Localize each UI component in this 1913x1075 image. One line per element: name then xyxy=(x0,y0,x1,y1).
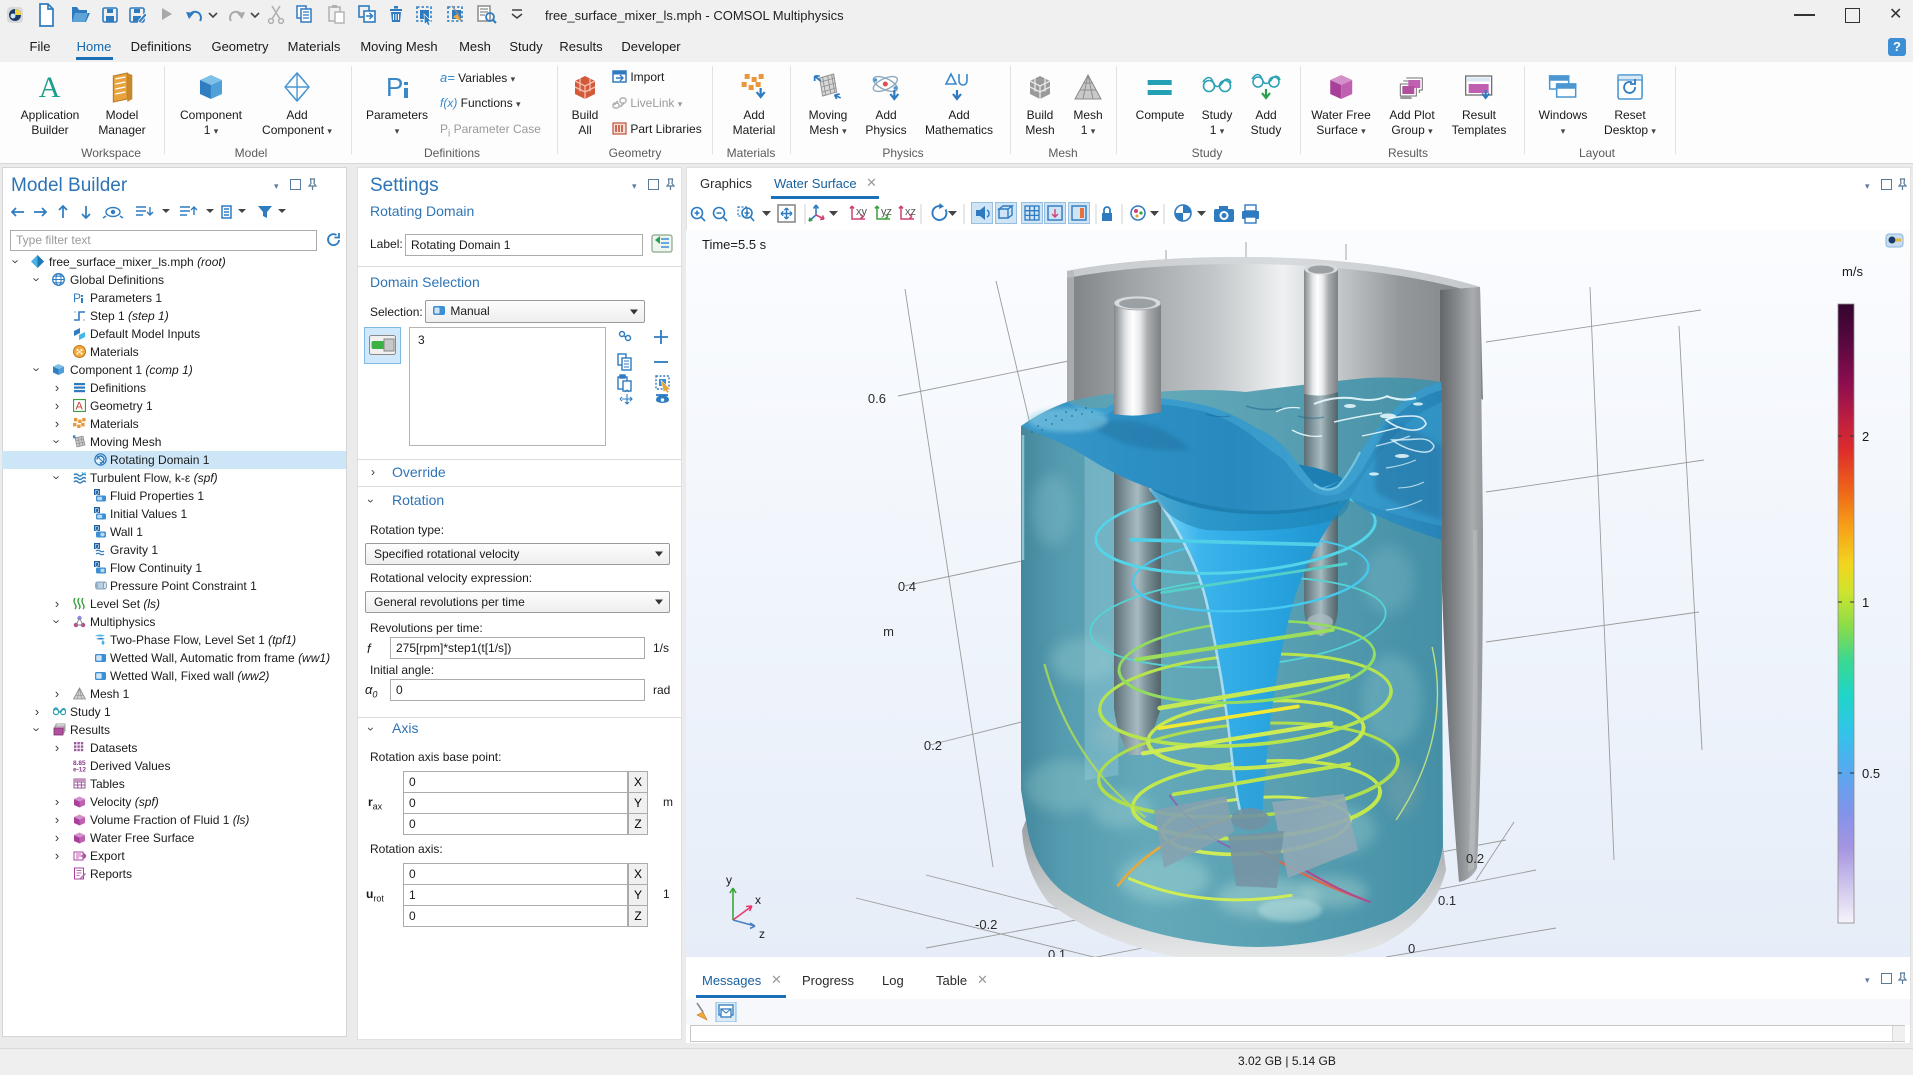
svg-text:-0.2: -0.2 xyxy=(975,917,997,932)
svg-text:Time=5.5 s: Time=5.5 s xyxy=(702,237,767,252)
svg-text:1: 1 xyxy=(1862,595,1869,610)
svg-text:z: z xyxy=(759,927,765,941)
svg-text:0.1: 0.1 xyxy=(1438,893,1456,908)
svg-text:0.2: 0.2 xyxy=(1466,851,1484,866)
svg-text:0.6: 0.6 xyxy=(868,391,886,406)
svg-text:xz: xz xyxy=(905,206,916,218)
svg-text:m: m xyxy=(883,624,894,639)
svg-text:0.1: 0.1 xyxy=(1048,947,1066,957)
svg-text:x: x xyxy=(755,893,761,907)
svg-text:0: 0 xyxy=(1408,941,1415,956)
svg-text:P: P xyxy=(386,72,403,102)
svg-text:0.4: 0.4 xyxy=(898,579,916,594)
svg-text:y: y xyxy=(726,873,732,887)
svg-text:m/s: m/s xyxy=(1842,264,1863,279)
svg-text:0.2: 0.2 xyxy=(924,738,942,753)
svg-text:2: 2 xyxy=(1862,429,1869,444)
svg-text:yz: yz xyxy=(881,206,892,218)
svg-text:A: A xyxy=(39,71,61,104)
svg-text:xy: xy xyxy=(856,206,868,218)
svg-text:0.5: 0.5 xyxy=(1862,766,1880,781)
